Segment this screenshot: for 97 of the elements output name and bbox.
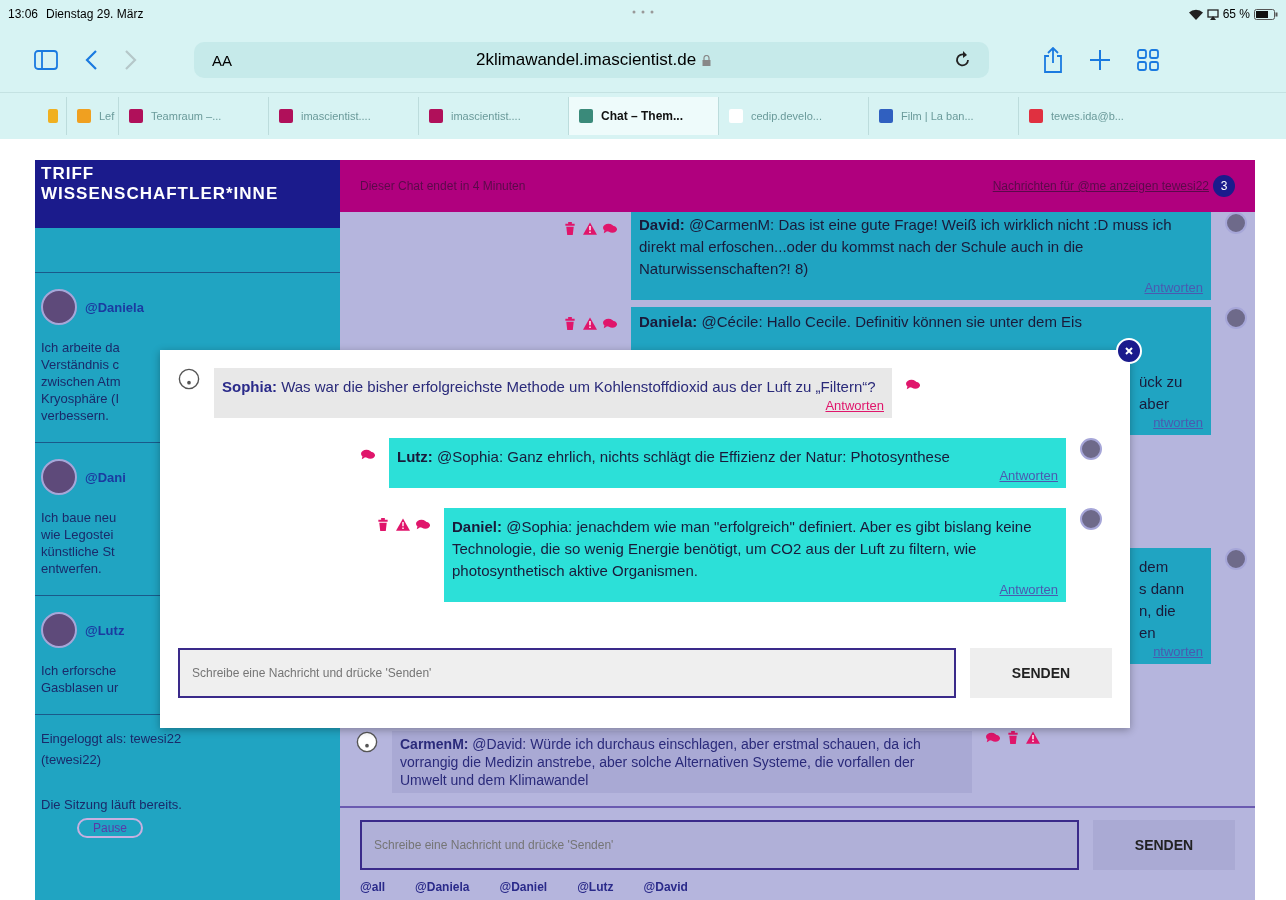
message-text-fragment: s dann <box>1139 579 1186 599</box>
chat-bubbles-icon[interactable] <box>603 222 617 235</box>
battery-icon <box>1254 8 1278 20</box>
back-icon[interactable] <box>84 49 98 71</box>
bio-text: verbessern. <box>41 407 109 424</box>
message-text: CarmenM: @David: Würde ich durchaus einschlagen, aber erstmal schauen, da ich vorrangig die Medizin anstrebe, aber solche Alternativen Systeme, die vorfallen der Umwelt und dem Klimawandel <box>400 735 922 789</box>
count-badge: 3 <box>1213 175 1235 197</box>
avatar-circle <box>41 459 77 495</box>
trash-icon[interactable] <box>563 317 577 330</box>
avatar-circle <box>41 289 77 325</box>
profile-name-link[interactable]: @Lutz <box>85 622 125 638</box>
sidebar-icon[interactable] <box>34 50 58 70</box>
trash-icon[interactable] <box>376 518 390 531</box>
bio-text: künstliche St <box>41 543 115 560</box>
message-text: David: @CarmenM: Das ist eine gute Frage! Weiß ich wirklich nicht :D muss ich direkt mal erfoschen...oder du kommst nach der Schule auch in die Naturwissenschaften?! 8) <box>639 215 1173 279</box>
message-text-fragment: ück zu <box>1139 372 1184 392</box>
session-text: Die Sitzung läuft bereits. <box>41 797 182 812</box>
message-text-fragment: aber <box>1139 394 1171 414</box>
chat-bubbles-icon[interactable] <box>361 448 375 461</box>
avatar-circle <box>1080 438 1102 460</box>
status-time: 13:06 <box>8 7 39 21</box>
warning-icon[interactable] <box>396 518 410 531</box>
browser-tab[interactable]: imascientist.... <box>268 97 418 135</box>
messages-link[interactable]: Nachrichten für @me anzeigen tewesi22 <box>992 179 1209 193</box>
bio-text: zwischen Atm <box>41 373 121 390</box>
trash-icon[interactable] <box>1006 731 1020 744</box>
chat-timer-text: Dieser Chat endet in 4 Minuten <box>360 179 526 193</box>
reply-link[interactable]: Antworten <box>825 398 884 414</box>
avatar-circle <box>1080 508 1102 530</box>
avatar-circle <box>41 612 77 648</box>
mention-link[interactable]: @Lutz <box>577 880 614 894</box>
lock-icon <box>702 54 712 66</box>
message-input[interactable]: Schreibe eine Nachricht und drücke 'Senden' <box>178 648 956 698</box>
bio-text: Ich arbeite da <box>41 339 120 356</box>
profile-name-link[interactable]: @Dani <box>85 469 126 485</box>
message-text: Sophia: Was war die bisher erfolgreichste Methode um Kohlenstoffdioxid aus der Luft zu „Filtern“? <box>222 377 877 397</box>
chat-bubbles-icon[interactable] <box>986 731 1000 744</box>
reply-link[interactable]: Antworten <box>999 468 1058 484</box>
text-size-button[interactable]: AA <box>212 51 232 69</box>
avatar-circle <box>1225 548 1247 570</box>
bio-text: Ich erforsche <box>41 662 117 679</box>
bio-text: Ich baue neu <box>41 509 117 526</box>
site-title: TRIFF WISSENSCHAFTLER*INNE <box>35 160 340 228</box>
reload-icon[interactable] <box>955 51 971 69</box>
login-id-text: (tewesi22) <box>41 752 101 767</box>
message-text: Daniel: @Sophia: jenachdem wie man "erfolgreich" definiert. Aber es gibt bislang keine Technologie, die so wenig Energie benötigt, um CO2 aus der Luft zu filtern, wie photosynthetisch aktive Organismen. <box>452 517 1033 581</box>
message-text: Daniela: @Cécile: Hallo Cecile. Definitiv können sie unter dem Eis <box>639 312 1083 332</box>
mention-link[interactable]: @all <box>360 880 386 894</box>
browser-tab[interactable]: Lef <box>66 97 118 135</box>
bio-text: Verständnis c <box>41 356 120 373</box>
bio-text: Kryosphäre (I <box>41 390 120 407</box>
message-input[interactable]: Schreibe eine Nachricht und drücke 'Senden' <box>360 820 1079 870</box>
warning-icon[interactable] <box>583 222 597 235</box>
share-icon[interactable] <box>1043 47 1063 73</box>
profile-name-link[interactable]: @Daniela <box>85 299 144 315</box>
mention-link[interactable]: @Daniela <box>415 880 470 894</box>
chat-bubbles-icon[interactable] <box>416 518 430 531</box>
send-button[interactable]: SENDEN <box>1093 820 1235 870</box>
warning-icon[interactable] <box>1026 731 1040 744</box>
login-text: Eingeloggt als: tewesi22 <box>41 731 182 746</box>
bio-text: Gasblasen ur <box>41 679 119 696</box>
tabs-grid-icon[interactable] <box>1137 49 1159 71</box>
avatar-circle <box>1225 307 1247 329</box>
bio-text: wie Legostei <box>41 526 114 543</box>
message-text: Lutz: @Sophia: Ganz ehrlich, nichts schlägt die Effizienz der Natur: Photosynthese <box>397 447 951 467</box>
reply-link[interactable]: ntworten <box>1153 644 1203 660</box>
user-outline-icon <box>356 731 378 753</box>
message-text-fragment: n, die <box>1139 601 1177 621</box>
trash-icon[interactable] <box>563 222 577 235</box>
reply-link[interactable]: Antworten <box>1144 280 1203 296</box>
wifi-icon <box>1188 8 1203 20</box>
chat-bubbles-icon[interactable] <box>603 317 617 330</box>
pause-button[interactable]: Pause <box>77 818 144 838</box>
browser-tab[interactable]: Teamraum –... <box>118 97 268 135</box>
chat-bubbles-icon[interactable] <box>906 378 920 391</box>
screen-mirror-icon <box>1206 8 1219 20</box>
message-text-fragment: dem <box>1139 557 1170 577</box>
browser-tab[interactable]: cedip.develo... <box>718 97 868 135</box>
avatar-circle <box>1225 212 1247 234</box>
browser-tab[interactable]: Film | La ban... <box>868 97 1018 135</box>
mention-link[interactable]: @David <box>643 880 688 894</box>
reply-link[interactable]: ntworten <box>1153 415 1203 431</box>
user-outline-icon <box>178 368 200 390</box>
battery-percent: 65 % <box>1222 7 1250 21</box>
url-text: 2klimawandel.imascientist.de <box>476 50 697 70</box>
message-text-fragment: en <box>1139 623 1157 643</box>
mention-link[interactable]: @Daniel <box>499 880 548 894</box>
close-icon <box>1124 346 1134 356</box>
send-button[interactable]: SENDEN <box>970 648 1112 698</box>
bio-text: entwerfen. <box>41 560 102 577</box>
browser-tab[interactable]: tewes.ida@b... <box>1018 97 1168 135</box>
browser-tab[interactable]: Chat – Them... <box>568 97 718 135</box>
reply-link[interactable]: Antworten <box>999 582 1058 598</box>
status-date: Dienstag 29. März <box>46 7 144 21</box>
plus-icon[interactable] <box>1089 49 1111 71</box>
address-bar[interactable]: AA 2klimawandel.imascientist.de <box>194 42 989 78</box>
warning-icon[interactable] <box>583 317 597 330</box>
